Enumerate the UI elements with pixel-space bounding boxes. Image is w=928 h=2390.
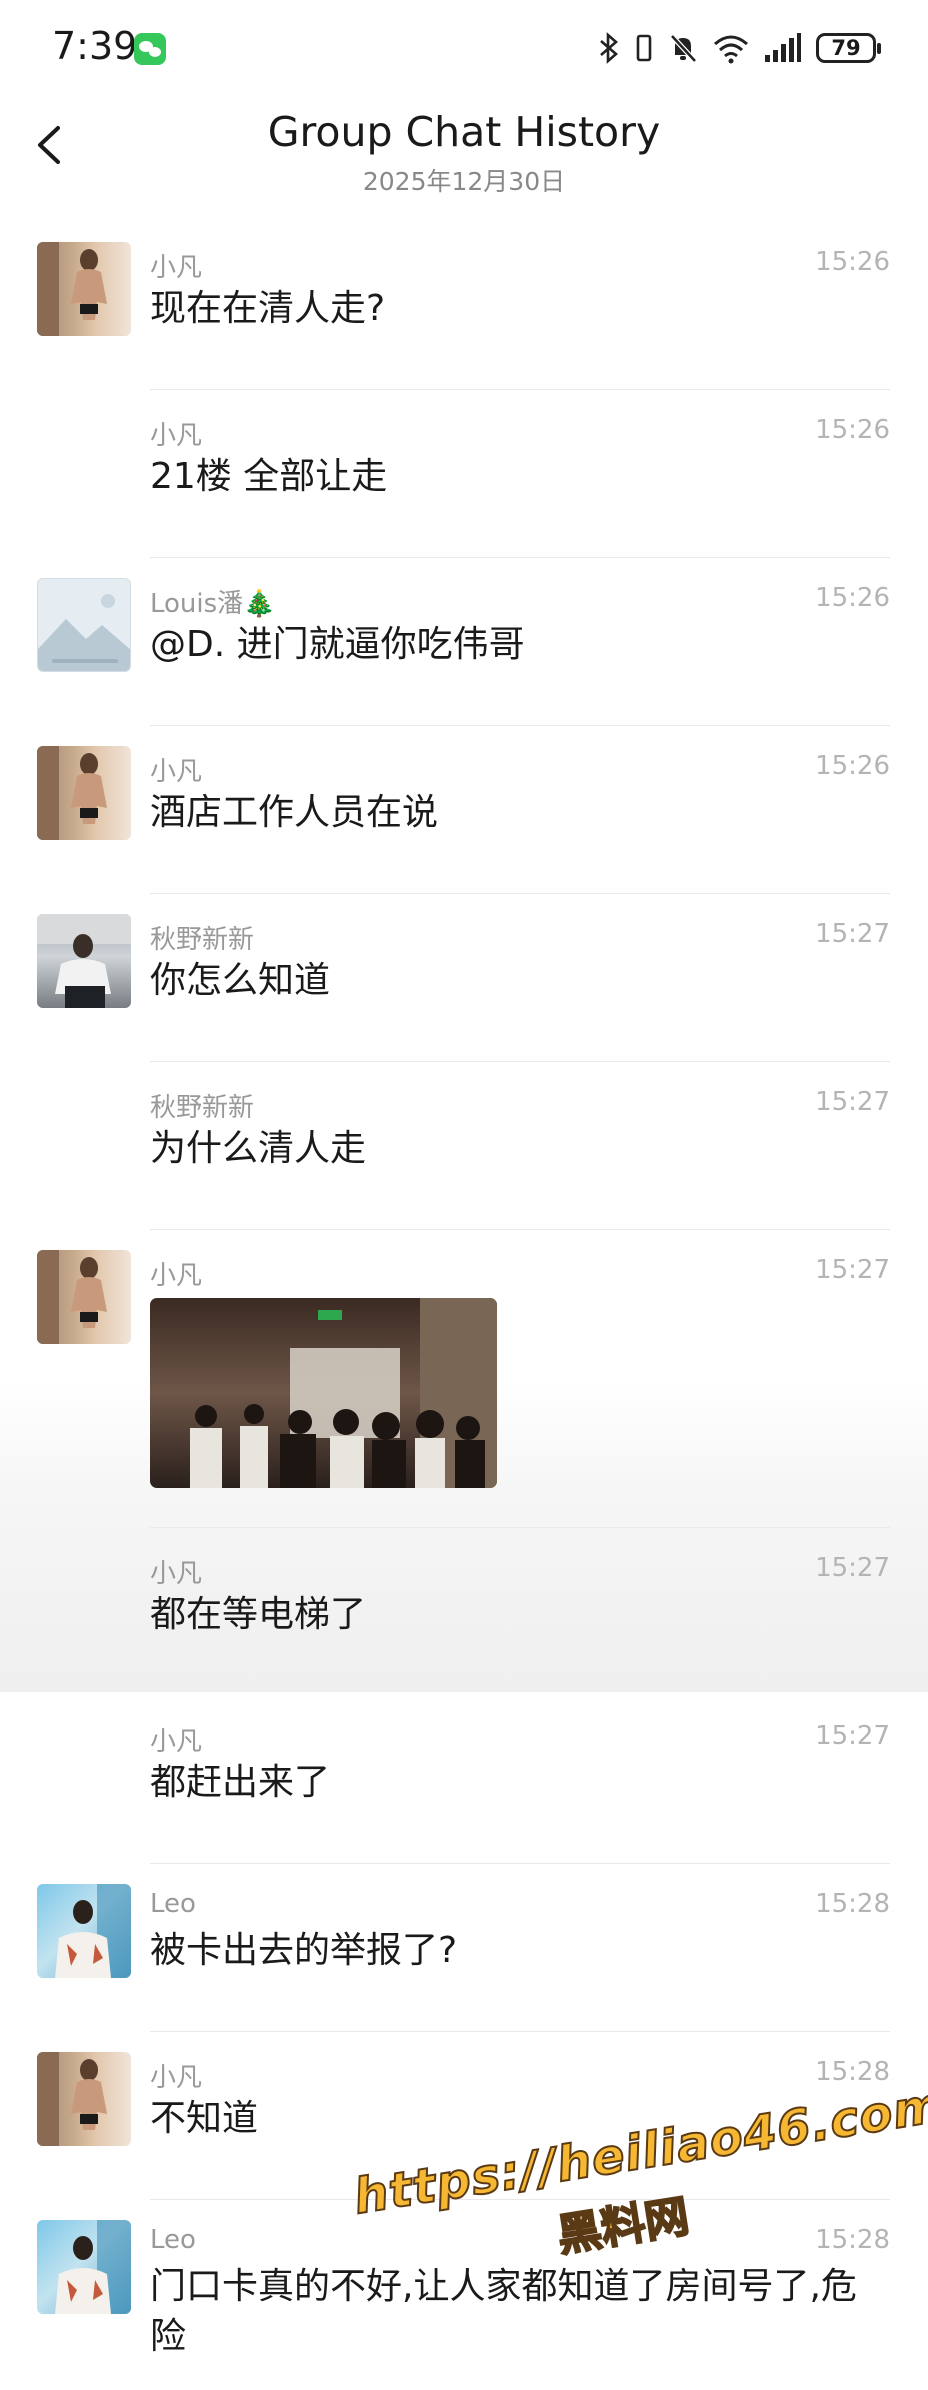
message-sender: 秋野新新 bbox=[150, 925, 255, 955]
message-text: 为什么清人走 bbox=[150, 1128, 367, 1169]
message-item[interactable]: 秋野新新 15:27 为什么清人走 bbox=[0, 1062, 928, 1230]
message-time: 15:28 bbox=[815, 2057, 890, 2087]
avatar[interactable] bbox=[37, 1250, 131, 1344]
message-text: @D. 进门就逼你吃伟哥 bbox=[150, 624, 525, 665]
signal-icon bbox=[765, 33, 801, 62]
message-item[interactable]: 小凡 15:26 现在在清人走? bbox=[0, 222, 928, 390]
message-item[interactable]: Leo 15:28 被卡出去的举报了? bbox=[0, 1864, 928, 2032]
message-text: 现在在清人走? bbox=[150, 288, 386, 329]
message-sender: Leo bbox=[150, 1889, 196, 1919]
bell-off-icon bbox=[670, 34, 697, 63]
message-sender: Leo bbox=[150, 2225, 196, 2255]
message-time: 15:26 bbox=[815, 751, 890, 781]
avatar[interactable] bbox=[37, 746, 131, 840]
message-image[interactable] bbox=[150, 1298, 497, 1488]
message-time: 15:27 bbox=[815, 1553, 890, 1583]
message-item[interactable]: 小凡 15:27 都赶出来了 bbox=[0, 1696, 928, 1864]
message-sender: 小凡 bbox=[150, 2063, 203, 2093]
message-time: 15:28 bbox=[815, 2225, 890, 2255]
message-text: 你怎么知道 bbox=[150, 960, 331, 1001]
battery-icon: 79 bbox=[816, 33, 881, 63]
message-text: 酒店工作人员在说 bbox=[150, 792, 439, 833]
message-time: 15:26 bbox=[815, 415, 890, 445]
status-bar: 7:39 79 bbox=[0, 0, 928, 100]
message-sender: Louis潘🎄 bbox=[150, 589, 276, 619]
message-sender: 小凡 bbox=[150, 1727, 203, 1757]
message-time: 15:26 bbox=[815, 583, 890, 613]
avatar[interactable] bbox=[37, 242, 131, 336]
avatar[interactable] bbox=[37, 2052, 131, 2146]
message-time: 15:27 bbox=[815, 1087, 890, 1117]
avatar[interactable] bbox=[37, 578, 131, 672]
message-time: 15:27 bbox=[815, 1721, 890, 1751]
avatar[interactable] bbox=[37, 1884, 131, 1978]
message-item[interactable]: Louis潘🎄 15:26 @D. 进门就逼你吃伟哥 bbox=[0, 558, 928, 726]
status-icons: 79 bbox=[598, 28, 881, 68]
message-item[interactable]: 小凡 15:27 bbox=[0, 1230, 928, 1528]
page-title: Group Chat History bbox=[267, 108, 661, 156]
message-list: 小凡 15:26 现在在清人走? 小凡 15:26 21楼 全部让走 Louis… bbox=[0, 222, 928, 2368]
message-sender: 小凡 bbox=[150, 253, 203, 283]
header: Group Chat History 2025年12月30日 bbox=[0, 100, 928, 200]
page-subtitle-date: 2025年12月30日 bbox=[362, 167, 566, 196]
avatar[interactable] bbox=[37, 2220, 131, 2314]
message-item[interactable]: 秋野新新 15:27 你怎么知道 bbox=[0, 894, 928, 1062]
bluetooth-icon bbox=[600, 32, 618, 64]
message-text: 21楼 全部让走 bbox=[150, 456, 388, 497]
message-text: 被卡出去的举报了? bbox=[150, 1930, 458, 1971]
message-time: 15:27 bbox=[815, 919, 890, 949]
vibrate-icon bbox=[636, 34, 652, 62]
message-time: 15:27 bbox=[815, 1255, 890, 1285]
message-sender: 小凡 bbox=[150, 1261, 203, 1291]
message-sender: 小凡 bbox=[150, 757, 203, 787]
message-sender: 小凡 bbox=[150, 421, 203, 451]
message-time: 15:28 bbox=[815, 1889, 890, 1919]
message-sender: 小凡 bbox=[150, 1559, 203, 1589]
message-time: 15:26 bbox=[815, 247, 890, 277]
message-text: 都在等电梯了 bbox=[150, 1594, 367, 1635]
avatar[interactable] bbox=[37, 914, 131, 1008]
message-item[interactable]: 小凡 15:26 21楼 全部让走 bbox=[0, 390, 928, 558]
message-item[interactable]: 小凡 15:26 酒店工作人员在说 bbox=[0, 726, 928, 894]
status-time: 7:39 bbox=[52, 24, 138, 68]
wifi-icon bbox=[714, 35, 748, 64]
message-sender: 秋野新新 bbox=[150, 1093, 255, 1123]
message-text: 都赶出来了 bbox=[150, 1762, 331, 1803]
message-item[interactable]: Leo 15:28 门口卡真的不好,让人家都知道了房间号了,危险 bbox=[0, 2200, 928, 2368]
message-item[interactable]: 小凡 15:27 都在等电梯了 bbox=[0, 1528, 928, 1696]
wechat-notification-icon bbox=[134, 33, 166, 65]
message-text: 门口卡真的不好,让人家都知道了房间号了,危险 bbox=[150, 2266, 857, 2357]
